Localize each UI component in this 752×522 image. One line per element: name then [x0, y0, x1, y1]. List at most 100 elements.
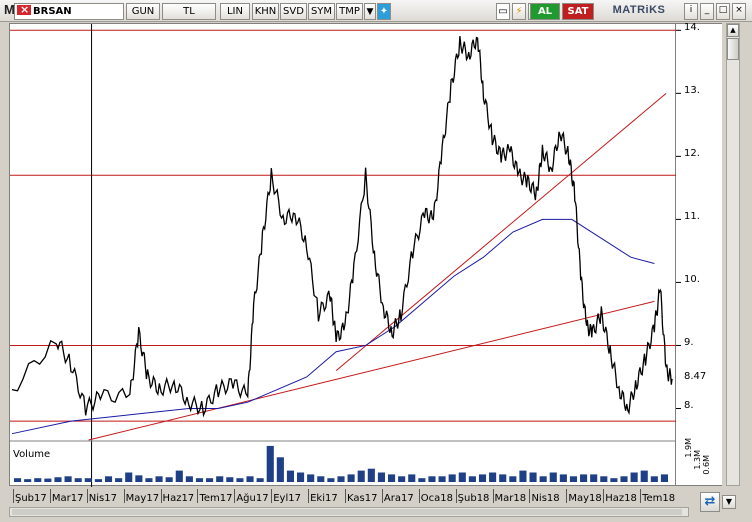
date-tick-label: Şub17 — [13, 489, 47, 504]
volume-bar — [165, 477, 173, 482]
period-button[interactable]: GUN — [126, 3, 160, 20]
sync-icon[interactable]: ⇄ — [700, 492, 720, 512]
volume-bar — [387, 474, 396, 482]
volume-bar — [317, 476, 325, 482]
volume-bar — [630, 472, 638, 482]
settings-dropdown-icon[interactable]: ▼ — [722, 495, 736, 509]
price-line — [11, 35, 673, 418]
volume-bar — [14, 478, 22, 482]
volume-bar — [115, 478, 123, 482]
maximize-icon[interactable]: □ — [716, 3, 730, 20]
date-tick-label: Mar17 — [49, 489, 84, 504]
volume-bar — [539, 476, 547, 482]
volume-bar — [145, 478, 153, 482]
volume-bar — [620, 476, 628, 482]
price-axis-label: 9. — [684, 337, 694, 349]
horizontal-scrollbar[interactable] — [9, 507, 689, 517]
volume-bar — [660, 474, 668, 482]
volume-bar — [529, 472, 537, 482]
chart-toolbar: M BRSAN GUN TL LIN KHN SVD SYM TMP ▼ ✦ ▭… — [0, 0, 752, 22]
price-axis-label: 14. — [684, 22, 700, 34]
volume-bar — [580, 474, 588, 482]
buy-button[interactable]: AL — [530, 3, 560, 20]
volume-bar — [24, 479, 32, 482]
volume-bar — [489, 472, 497, 482]
currency-button[interactable]: TL — [162, 3, 216, 20]
minimize-icon[interactable]: _ — [700, 3, 714, 20]
document-icon[interactable]: ▭ — [496, 3, 510, 20]
twitter-icon: ✦ — [379, 6, 389, 17]
volume-bar — [185, 476, 193, 482]
volume-bar — [155, 476, 163, 482]
sell-button[interactable]: SAT — [562, 3, 594, 20]
price-axis-label: 11. — [684, 211, 700, 223]
trendline — [335, 92, 667, 372]
sym-button[interactable]: SYM — [308, 3, 335, 20]
volume-bar — [408, 474, 416, 482]
volume-bar — [458, 472, 466, 482]
date-tick-label: Haz18 — [603, 489, 637, 504]
moving-average-line — [11, 218, 655, 435]
volume-tick-label: 1.3M — [693, 450, 702, 470]
horizontal-scroll-thumb[interactable] — [12, 509, 682, 515]
volume-bar — [276, 457, 284, 482]
volume-bar — [266, 445, 274, 482]
volume-bar — [195, 478, 204, 482]
volume-bar — [236, 478, 244, 482]
price-axis-label: 12. — [684, 148, 700, 160]
volume-bar — [307, 474, 315, 482]
scroll-thumb[interactable] — [727, 38, 739, 60]
date-tick-label: Şub18 — [455, 489, 490, 504]
volume-bar — [246, 476, 254, 482]
volume-bar — [448, 474, 456, 482]
volume-bar — [468, 476, 476, 482]
chevron-down-icon: ▼ — [366, 7, 374, 17]
svd-button[interactable]: SVD — [280, 3, 307, 20]
volume-bar — [640, 470, 648, 482]
volume-bar — [44, 478, 52, 482]
volume-bar — [216, 476, 224, 482]
volume-bar — [559, 474, 567, 482]
scroll-up-icon[interactable]: ▲ — [727, 24, 739, 37]
last-price-label: 8.47 — [684, 370, 707, 382]
date-tick-label: Haz17 — [160, 489, 195, 504]
tmp-button[interactable]: TMP — [336, 3, 363, 20]
brand-logo: MATRiKS — [612, 4, 666, 16]
volume-tick-label: 0.6M — [702, 455, 711, 475]
date-tick-label: Ağu17 — [234, 489, 269, 504]
volume-bar — [418, 478, 426, 482]
twitter-button[interactable]: ✦ — [377, 3, 391, 20]
scale-button[interactable]: LIN — [220, 3, 250, 20]
volume-label: Volume — [13, 449, 51, 460]
info-icon[interactable]: i — [684, 3, 698, 20]
tmp-dropdown-button[interactable]: ▼ — [364, 3, 376, 20]
date-tick-label: Tem18 — [640, 489, 676, 504]
volume-bar — [428, 476, 436, 482]
date-tick-label: May17 — [123, 489, 160, 504]
bolt-icon[interactable]: ⚡ — [512, 3, 526, 20]
volume-bar — [398, 476, 406, 482]
volume-bar — [54, 477, 62, 482]
volume-bar — [367, 468, 375, 482]
volume-bar — [610, 478, 618, 482]
volume-bar — [549, 472, 557, 482]
price-chart[interactable] — [10, 24, 677, 487]
close-icon[interactable]: × — [732, 3, 746, 20]
chart-panel[interactable] — [9, 23, 677, 487]
volume-bar — [438, 476, 446, 482]
vertical-scrollbar[interactable]: ▲ — [726, 23, 740, 486]
volume-bar — [256, 478, 264, 482]
volume-bar — [478, 474, 487, 482]
khn-button[interactable]: KHN — [252, 3, 279, 20]
symbol-selector[interactable]: BRSAN — [14, 2, 124, 20]
date-tick-label: Eki17 — [308, 489, 338, 504]
clear-symbol-icon[interactable] — [17, 2, 31, 17]
price-axis-label: 8. — [684, 400, 694, 412]
volume-bar — [347, 474, 355, 482]
date-tick-label: Nis17 — [86, 489, 117, 504]
volume-bar — [650, 476, 658, 482]
volume-bar — [297, 472, 305, 482]
volume-bar — [34, 478, 42, 482]
date-tick-label: Oca18 — [418, 489, 453, 504]
date-tick-label: Mar18 — [492, 489, 527, 504]
